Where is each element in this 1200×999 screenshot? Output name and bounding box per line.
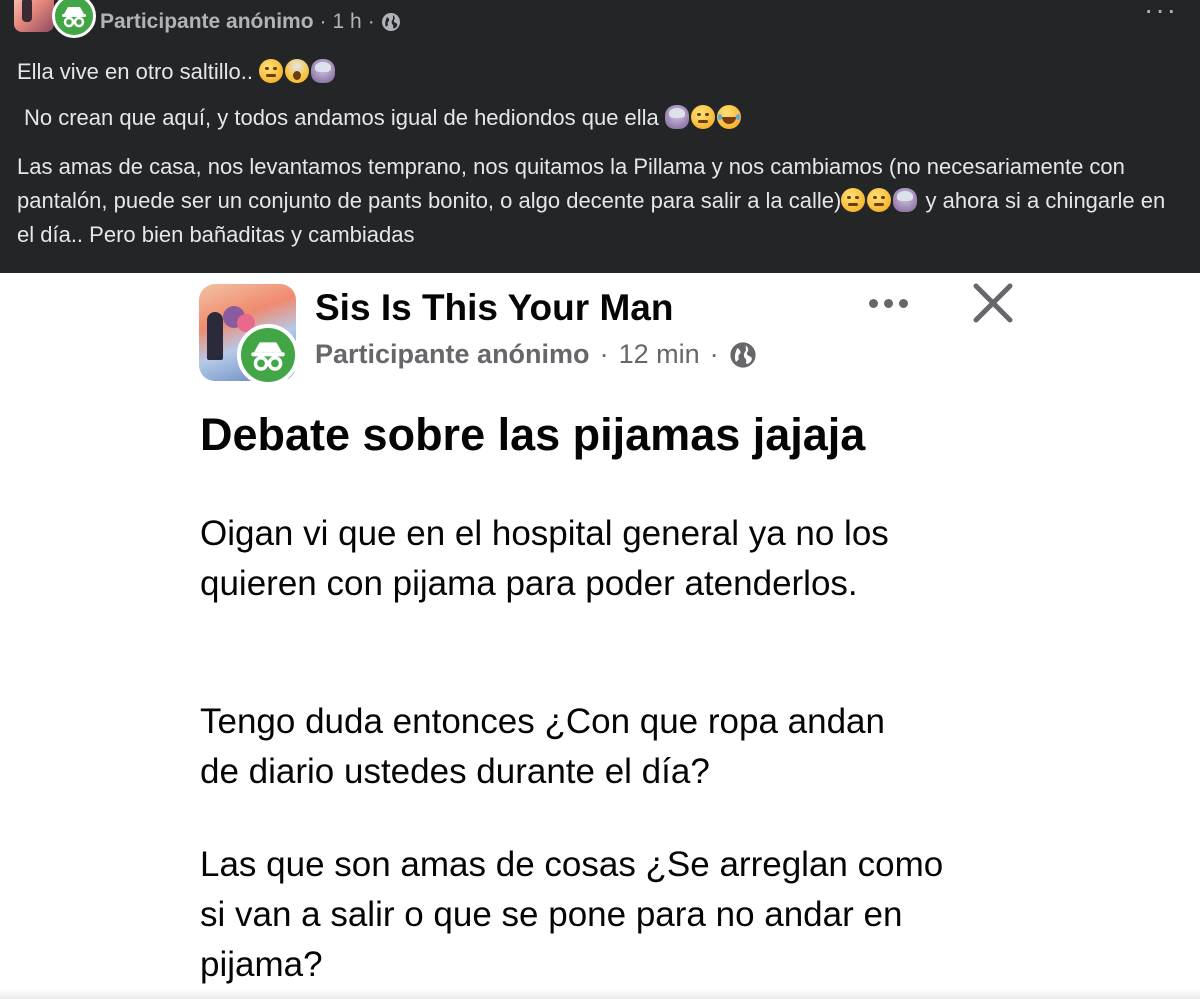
group-photo-figure <box>207 312 223 360</box>
comment-text: Ella vive en otro saltillo.. <box>17 59 253 84</box>
unamused-face-emoji-icon <box>841 188 866 212</box>
post-body-line: quieren con pijama para poder atenderlos… <box>200 564 858 603</box>
post-title: Debate sobre las pijamas jajaja <box>200 409 866 460</box>
post-body-line: Las que son amas de cosas ¿Se arreglan c… <box>200 845 944 884</box>
hand-over-mouth-emoji-icon <box>867 188 892 212</box>
post-body-line: Oigan vi que en el hospital general ya n… <box>200 514 889 553</box>
separator-dot: · <box>709 339 719 369</box>
hand-over-mouth-emoji-icon <box>690 105 715 129</box>
person-facepalming-emoji-icon <box>664 105 689 129</box>
screaming-face-emoji-icon <box>285 59 310 83</box>
comment-card: Participante anónimo · 1 h · ··· Ella vi… <box>0 0 1200 273</box>
anonymous-glyph <box>62 7 86 28</box>
separator-dot: · <box>599 339 609 369</box>
post-timestamp[interactable]: 12 min <box>619 339 700 370</box>
comment-paragraph: Las amas de casa, nos levantamos tempran… <box>17 150 1187 252</box>
more-dot <box>883 298 893 308</box>
comment-paragraph: Ella vive en otro saltillo.. <box>17 55 337 89</box>
more-icon[interactable] <box>862 281 914 325</box>
separator-dot: · <box>319 10 327 33</box>
more-dot <box>898 298 908 308</box>
globe-icon <box>381 13 400 31</box>
avatar-photo <box>14 0 54 32</box>
comment-author-name[interactable]: Participante anónimo <box>100 10 314 34</box>
post-body-line: Tengo duda entonces ¿Con que ropa andan <box>200 702 885 741</box>
comment-avatar-stack[interactable] <box>14 0 96 38</box>
comment-paragraph: No crean que aquí, y todos andamos igual… <box>24 101 743 135</box>
comment-text: No crean que aquí, y todos andamos igual… <box>24 105 659 130</box>
comment-timestamp[interactable]: 1 h <box>333 10 362 34</box>
group-name-link[interactable]: Sis Is This Your Man <box>315 287 673 329</box>
more-dot <box>868 298 878 308</box>
shared-post-card: Sis Is This Your Man Participante anónim… <box>0 273 1200 999</box>
tears-of-joy-emoji-icon <box>716 105 741 129</box>
bottom-divider <box>0 989 1200 999</box>
globe-icon <box>730 341 756 368</box>
anonymous-icon <box>52 0 96 38</box>
post-body-line: si van a salir o que se pone para no and… <box>200 895 903 934</box>
close-icon[interactable] <box>968 278 1018 328</box>
unamused-face-emoji-icon <box>259 59 284 83</box>
post-meta: Participante anónimo · 12 min · <box>315 339 757 370</box>
separator-dot: · <box>367 10 375 33</box>
anonymous-icon <box>237 324 299 386</box>
post-author-name[interactable]: Participante anónimo <box>315 339 590 370</box>
post-body-line: pijama? <box>200 945 323 984</box>
comment-author-line: Participante anónimo · 1 h · <box>100 10 401 34</box>
anonymous-glyph <box>251 342 285 371</box>
post-body-line: de diario ustedes durante el día? <box>200 752 710 791</box>
comment-more-icon[interactable]: ··· <box>1144 0 1178 26</box>
person-facepalming-emoji-icon <box>311 59 336 83</box>
person-facepalming-emoji-icon <box>893 188 918 212</box>
